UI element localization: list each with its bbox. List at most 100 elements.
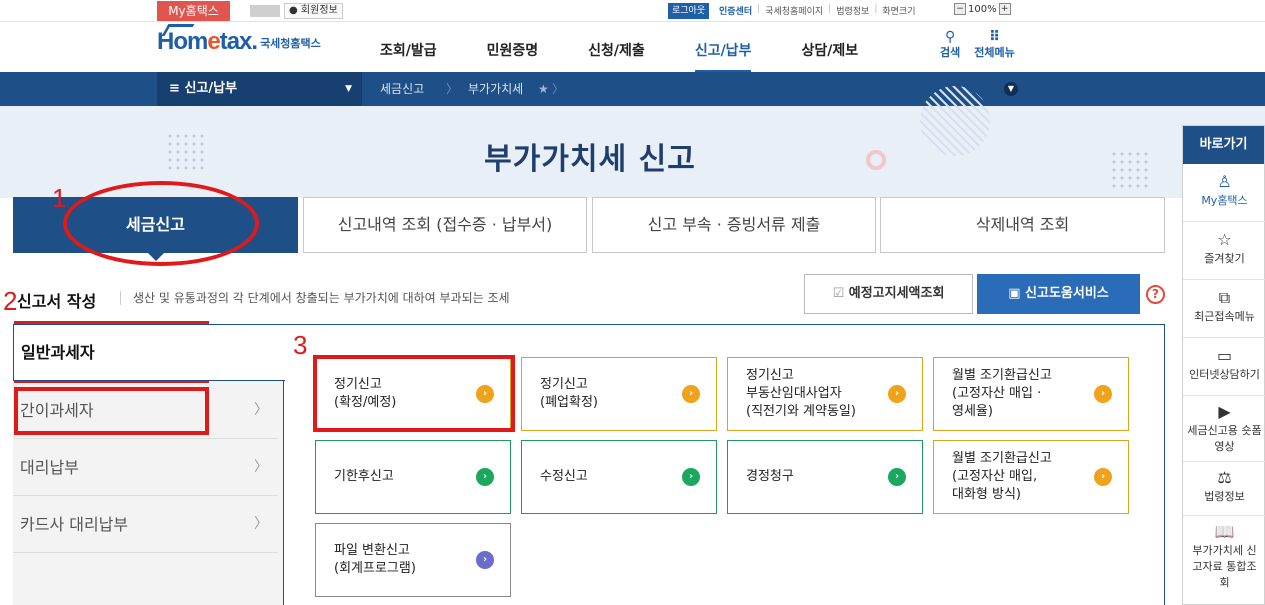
zoom-out-button[interactable]: − (954, 3, 966, 15)
page-title: 부가가치세 신고 (484, 142, 696, 177)
prenotice-tax-inquiry-button[interactable]: ☑ 예정고지세액조회 (804, 274, 973, 314)
tab-filing-history[interactable]: 신고내역 조회 (접수증 · 납부서) (303, 197, 587, 253)
nav-proxy-payment[interactable]: 대리납부 〉 (13, 439, 278, 496)
logo-tail: tax. (219, 28, 258, 55)
gnb-filing-payment[interactable]: 신고/납부 (694, 40, 751, 73)
main-header: Hometax. 국세청홈택스 조회/발급 민원증명 신청/제출 신고/납부 상… (0, 22, 1265, 73)
taxpayer-type-nav: 일반과세자 간이과세자 〉 대리납부 〉 카드사 대리납부 〉 (13, 324, 285, 605)
arrow-right-icon: › (682, 468, 700, 486)
arrow-right-icon: › (476, 551, 494, 569)
checkbox-icon: ☑ (832, 286, 845, 301)
filing-card-line: (직전기와 계약동일) (746, 404, 856, 419)
gnb-certificate[interactable]: 민원증명 (487, 40, 539, 60)
filing-card-line: 영세율) (952, 404, 993, 419)
filing-card-line: 정기신고 (540, 377, 588, 392)
quick-my-hometax[interactable]: ♙ My홈택스 (1183, 164, 1265, 222)
prenotice-label: 예정고지세액조회 (848, 286, 945, 301)
recent-icon: ⧉ (1218, 288, 1231, 307)
filing-card[interactable]: 수정신고 › (521, 440, 717, 514)
member-info-label: 회원정보 (300, 5, 338, 16)
tab-deleted-history[interactable]: 삭제내역 조회 (880, 197, 1165, 253)
filing-card-line: 파일 변환신고 (334, 543, 410, 558)
section-title: 신고서 작성 (17, 292, 97, 311)
all-menu-button[interactable]: ⠿ 전체메뉴 (974, 30, 1014, 60)
zoom-in-button[interactable]: + (998, 3, 1011, 15)
filing-card[interactable]: 정기신고 (폐업확정) › (521, 357, 717, 431)
annotation-ellipse (63, 181, 259, 266)
top-links: 인증센터 | 국세청홈페이지 | 법령정보 | 화면크기 (719, 4, 915, 17)
divider: | (757, 4, 761, 14)
search-button[interactable]: ⚲ 검색 (940, 30, 960, 60)
logo-korean-name: 국세청홈택스 (260, 37, 321, 50)
monitor-icon: ▭ (1216, 346, 1233, 365)
gnb-consult[interactable]: 상담/제보 (801, 40, 858, 60)
quick-favorites[interactable]: ☆ 즐겨찾기 (1183, 222, 1265, 280)
person-icon: ♙ (1217, 172, 1232, 191)
my-hometax-link[interactable]: My홈택스 (157, 1, 230, 21)
person-icon: ● (289, 5, 298, 16)
member-info-button[interactable]: ● 회원정보 (284, 3, 343, 19)
annotation-number: 2 (3, 286, 18, 316)
filing-card[interactable]: 월별 조기환급신고 (고정자산 매입 · 영세율) › (933, 357, 1129, 431)
hometax-logo[interactable]: Hometax. 국세청홈택스 (157, 24, 321, 56)
filing-card[interactable]: 정기신고 부동산임대사업자 (직전기와 계약동일) › (727, 357, 923, 431)
quick-online-consult[interactable]: ▭ 인터넷상담하기 (1183, 338, 1265, 396)
quick-law-info[interactable]: ⚖ 법령정보 (1183, 462, 1265, 516)
quick-label: 최근접속메뉴 (1194, 310, 1255, 323)
quick-vat-data-inquiry[interactable]: 📖 부가가치세 신고자료 통합조회 (1183, 516, 1265, 604)
book-icon: 📖 (1214, 522, 1235, 541)
nav-general-taxpayer[interactable]: 일반과세자 (13, 324, 285, 381)
breadcrumb-tax-filing[interactable]: 세금신고 (380, 72, 424, 106)
chevron-down-icon[interactable]: ▼ (1004, 82, 1018, 96)
filing-help-button[interactable]: ▣ 신고도움서비스 (977, 274, 1140, 314)
filing-card[interactable]: 파일 변환신고 (회계프로그램) › (315, 523, 511, 597)
filing-card-line: 경정청구 (746, 469, 794, 484)
chevron-right-icon: 〉 (254, 459, 268, 475)
logout-button[interactable]: 로그아웃 (668, 3, 710, 19)
filing-card[interactable]: 월별 조기환급신고 (고정자산 매입, 대화형 방식) › (933, 440, 1129, 514)
annotation-rect (313, 355, 515, 432)
quick-menu: 바로가기 ♙ My홈택스 ☆ 즐겨찾기 ⧉ 최근접속메뉴 ▭ 인터넷상담하기 ▶ 세금신고… (1182, 125, 1265, 605)
quick-label: 인터넷상담하기 (1189, 368, 1260, 381)
law-info-link[interactable]: 법령정보 (836, 4, 869, 17)
filing-card-line: 기한후신고 (334, 469, 394, 484)
nav-card-proxy-payment[interactable]: 카드사 대리납부 〉 (13, 496, 278, 553)
help-icon[interactable]: ? (1146, 285, 1165, 304)
filing-card-label: 경정청구 (746, 468, 794, 486)
star-icon: ☆ (1217, 230, 1232, 249)
nav-label: 카드사 대리납부 (20, 515, 129, 534)
annotation-rect (14, 387, 209, 435)
divider: | (828, 4, 832, 14)
filing-card[interactable]: 경정청구 › (727, 440, 923, 514)
tab-supporting-docs[interactable]: 신고 부속 · 증빙서류 제출 (592, 197, 876, 253)
favorite-star-icon[interactable]: ★ (538, 72, 549, 106)
filing-card-line: (폐업확정) (540, 395, 598, 410)
arrow-right-icon: › (476, 468, 494, 486)
user-name-redacted (250, 5, 280, 17)
section-description: 생산 및 유통과정의 각 단계에서 창출되는 부가가치에 대하여 부과되는 조세 (120, 291, 510, 305)
gnb-inquiry[interactable]: 조회/발급 (380, 40, 437, 60)
quick-shortform-video[interactable]: ▶ 세금신고용 숏폼영상 (1183, 396, 1265, 462)
filing-card[interactable]: 기한후신고 › (315, 440, 511, 514)
logo-e: e (207, 28, 220, 55)
utility-bar: My홈택스 ● 회원정보 로그아웃 인증센터 | 국세청홈페이지 | 법령정보 … (0, 0, 1265, 22)
nts-homepage-link[interactable]: 국세청홈페이지 (765, 4, 823, 17)
filing-card-label: 수정신고 (540, 468, 588, 486)
cert-center-link[interactable]: 인증센터 (719, 4, 752, 17)
arrow-right-icon: › (888, 385, 906, 403)
filing-card-line: 부동산임대사업자 (746, 386, 842, 401)
filing-card-line: 월별 조기환급신고 (952, 451, 1052, 466)
divider: | (874, 4, 878, 14)
nav-label: 일반과세자 (21, 343, 95, 362)
filing-card-line: (고정자산 매입 · (952, 386, 1042, 401)
filing-card-line: 대화형 방식) (952, 487, 1022, 502)
all-menu-label: 전체메뉴 (974, 46, 1015, 59)
zoom-control: − 100% + (954, 3, 1011, 15)
filing-help-label: 신고도움서비스 (1025, 286, 1109, 301)
section-selector[interactable]: ≡ 신고/납부 ▼ (157, 72, 362, 106)
quick-recent-menu[interactable]: ⧉ 최근접속메뉴 (1183, 280, 1265, 338)
chevron-right-icon: 〉 (254, 516, 268, 532)
gnb-application[interactable]: 신청/제출 (588, 40, 645, 60)
breadcrumb-vat[interactable]: 부가가치세 (468, 72, 523, 106)
grid-icon: ⠿ (989, 29, 1000, 45)
